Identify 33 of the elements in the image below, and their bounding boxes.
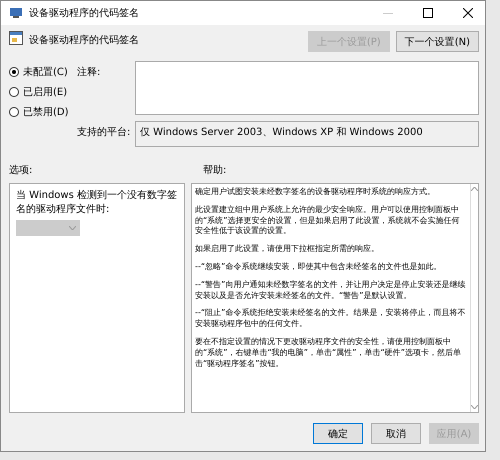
help-paragraph: --“忽略”命令系统继续安装，即使其中包含未经签名的文件也是如此。 — [195, 260, 442, 272]
help-paragraph: 此设置建立组中用户系统上允许的最少安全响应。用户可以使用控制面板中的“系统”选择更安全的设置，但是如果启用了此设置，系统就不会实施任何安全性低于该设置的设置。 — [195, 204, 460, 236]
options-label: 选项: — [9, 164, 34, 178]
comment-label: 注释: — [77, 66, 102, 80]
minimize-icon — [383, 12, 393, 14]
window-title: 设备驱动程序的代码签名 — [29, 6, 140, 20]
options-prompt: 当 Windows 检测到一个没有数字签名的驱动程序文件时: — [16, 188, 178, 216]
scroll-up-icon[interactable] — [471, 187, 478, 191]
platform-field: 仅 Windows Server 2003、Windows XP 和 Windows 2000 — [135, 121, 479, 147]
computer-icon — [9, 7, 23, 19]
radio-label: 未配置(C) — [23, 66, 68, 79]
scroll-down-icon — [471, 405, 478, 409]
ok-button[interactable]: 确定 — [313, 423, 363, 444]
chevron-down-icon — [69, 226, 76, 230]
policy-icon — [9, 31, 23, 45]
close-icon — [463, 8, 473, 18]
help-label: 帮助: — [203, 164, 226, 178]
help-paragraph: --“警告”向用户通知未经数字签名的文件，并让用户决定是停止安装还是继续安装以及是否允许安装未经签名的文件。“警告”是默认设置。 — [195, 278, 466, 300]
help-paragraph: 如果启用了此设置，请使用下拉框指定所需的响应。 — [195, 243, 380, 254]
platform-label: 支持的平台: — [77, 126, 129, 140]
radio-option[interactable]: 未配置(C) — [9, 65, 71, 79]
radio-label: 已启用(E) — [23, 86, 68, 99]
help-paragraph: 确定用户试图安装未经数字签名的设备驱动程序时系统的响应方式。 — [195, 186, 436, 197]
maximize-icon — [423, 8, 433, 18]
radio-label: 已禁用(D) — [23, 106, 69, 119]
comment-field[interactable] — [135, 61, 479, 115]
radio-option[interactable]: 已启用(E) — [9, 85, 71, 99]
help-paragraph: 要在不指定设置的情况下更改驱动程序文件的安全性，请使用控制面板中的“系统”，右键单击“我的电脑”，单击“属性”，单击“硬件”选项卡，然后单击“驱动程序签名”按钮。 — [195, 336, 462, 368]
policy-title: 设备驱动程序的代码签名 — [29, 34, 140, 47]
radio-option[interactable]: 已禁用(D) — [9, 105, 71, 119]
help-paragraph: --“阻止”命令系统拒绝安装未经签名的文件。结果是，安装将停止，而且将不安装驱动程序包中的任何文件。 — [195, 307, 466, 329]
cancel-button[interactable]: 取消 — [371, 423, 421, 444]
next-setting-button[interactable]: 下一个设置(N) — [396, 31, 479, 52]
